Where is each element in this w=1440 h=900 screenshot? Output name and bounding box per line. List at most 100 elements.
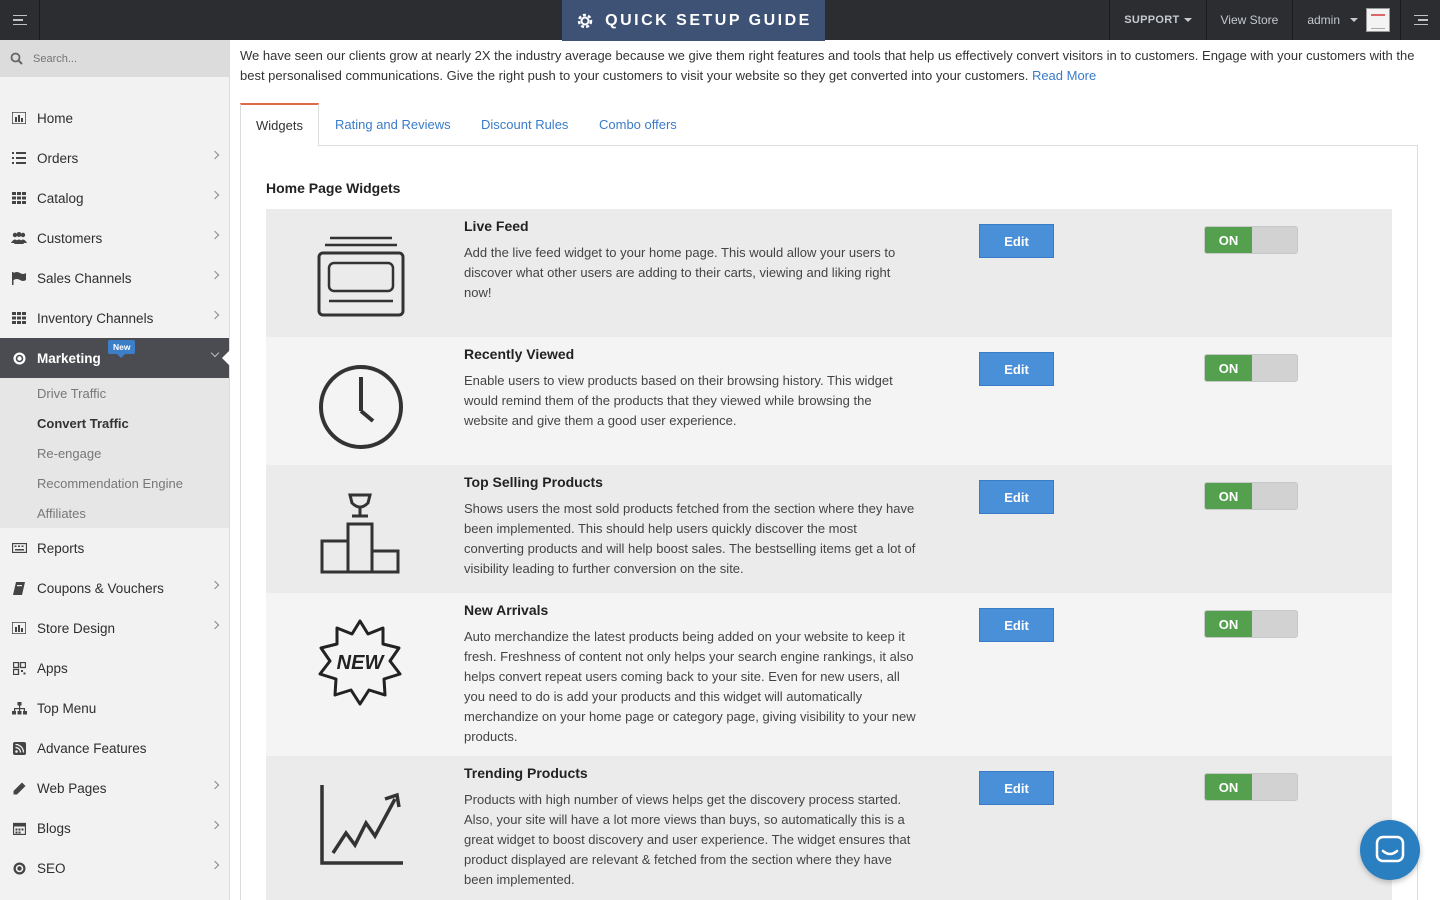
toggle-on-label: ON <box>1205 355 1252 381</box>
chevron-right-icon <box>210 230 220 240</box>
chevron-right-icon <box>210 820 220 830</box>
sidebar: Home Orders Catalog Customers Sales Chan… <box>0 40 230 900</box>
widget-toggle[interactable]: ON <box>1204 226 1298 254</box>
widget-toggle[interactable]: ON <box>1204 773 1298 801</box>
chevron-right-icon <box>210 860 220 870</box>
chat-launcher-button[interactable] <box>1360 820 1420 880</box>
quick-setup-guide-label: QUICK SETUP GUIDE <box>605 11 812 29</box>
toggle-on-label: ON <box>1205 774 1252 800</box>
bar-chart-icon <box>11 110 27 126</box>
sidebar-item-catalog[interactable]: Catalog <box>0 178 229 218</box>
sidebar-item-apps[interactable]: Apps <box>0 648 229 688</box>
tab-widgets[interactable]: Widgets <box>240 103 319 147</box>
chevron-right-icon <box>210 270 220 280</box>
widget-description: Shows users the most sold products fetch… <box>464 501 916 576</box>
tab-bar: Widgets Rating and Reviews Discount Rule… <box>240 103 1418 147</box>
edit-button[interactable]: Edit <box>979 771 1054 805</box>
sidebar-item-home[interactable]: Home <box>0 98 229 138</box>
sidebar-item-label: Store Design <box>37 620 116 636</box>
gear-icon <box>577 13 593 28</box>
intro-text: We have seen our clients grow at nearly … <box>240 46 1420 86</box>
widget-toggle[interactable]: ON <box>1204 610 1298 638</box>
view-store-label: View Store <box>1220 13 1279 27</box>
submenu-item-re-engage[interactable]: Re-engage <box>0 438 229 468</box>
submenu-item-drive-traffic[interactable]: Drive Traffic <box>0 378 229 408</box>
toggle-on-label: ON <box>1205 611 1252 637</box>
live-feed-icon <box>317 236 405 317</box>
read-more-link[interactable]: Read More <box>1032 68 1096 83</box>
new-badge-icon: NEW <box>318 619 402 706</box>
search-input[interactable] <box>33 52 203 65</box>
sidebar-item-sales-channels[interactable]: Sales Channels <box>0 258 229 298</box>
view-store-link[interactable]: View Store <box>1205 0 1293 40</box>
avatar <box>1366 8 1390 32</box>
tab-rating-and-reviews[interactable]: Rating and Reviews <box>335 103 451 146</box>
edit-button[interactable]: Edit <box>979 352 1054 386</box>
sidebar-item-orders[interactable]: Orders <box>0 138 229 178</box>
sidebar-item-label: Web Pages <box>37 780 107 796</box>
hamburger-menu-button[interactable] <box>0 0 40 40</box>
sidebar-item-label: Home <box>37 110 74 126</box>
chevron-right-icon <box>210 780 220 790</box>
sidebar-item-label: SEO <box>37 860 66 876</box>
sidebar-item-advance-features[interactable]: Advance Features <box>0 728 229 768</box>
tab-combo-offers[interactable]: Combo offers <box>599 103 677 146</box>
widget-title: New Arrivals <box>464 602 549 618</box>
submenu-item-affiliates[interactable]: Affiliates <box>0 498 229 528</box>
sidebar-item-top-menu[interactable]: Top Menu <box>0 688 229 728</box>
edit-button[interactable]: Edit <box>979 608 1054 642</box>
topbar-right: SUPPORT View Store admin <box>1109 0 1440 40</box>
sidebar-item-label: Advance Features <box>37 740 147 756</box>
right-menu-button[interactable] <box>1400 0 1440 40</box>
widget-toggle[interactable]: ON <box>1204 482 1298 510</box>
sidebar-item-label: Inventory Channels <box>37 310 154 326</box>
chevron-down-icon <box>210 348 220 358</box>
sidebar-item-label: Sales Channels <box>37 270 132 286</box>
grid-icon <box>11 190 27 206</box>
grid-icon <box>11 310 27 326</box>
edit-button[interactable]: Edit <box>979 224 1054 258</box>
sidebar-item-label: Apps <box>37 660 68 676</box>
user-menu[interactable]: admin <box>1292 0 1400 40</box>
widget-title: Top Selling Products <box>464 474 603 490</box>
bar-chart-icon <box>11 620 27 636</box>
sitemap-icon <box>11 700 27 716</box>
support-dropdown[interactable]: SUPPORT <box>1109 0 1205 40</box>
sidebar-item-marketing[interactable]: Marketing New <box>0 338 230 378</box>
widget-title: Live Feed <box>464 218 529 234</box>
tab-discount-rules[interactable]: Discount Rules <box>481 103 568 146</box>
widget-description: Add the live feed widget to your home pa… <box>464 245 896 300</box>
sidebar-item-coupons-vouchers[interactable]: Coupons & Vouchers <box>0 568 229 608</box>
sidebar-item-inventory-channels[interactable]: Inventory Channels <box>0 298 229 338</box>
submenu-item-recommendation-engine[interactable]: Recommendation Engine <box>0 468 229 498</box>
sidebar-item-seo[interactable]: SEO <box>0 848 229 888</box>
widget-description: Products with high number of views helps… <box>464 792 911 887</box>
submenu-item-convert-traffic[interactable]: Convert Traffic <box>0 408 229 438</box>
hamburger-icon <box>12 12 27 29</box>
chevron-right-icon <box>210 580 220 590</box>
search-icon <box>10 52 23 65</box>
sidebar-item-label: Orders <box>37 150 79 166</box>
users-icon <box>11 230 27 246</box>
book-icon <box>11 580 27 596</box>
sidebar-search <box>0 40 229 77</box>
widget-row-new-arrivals: NEW New Arrivals Auto merchandize the la… <box>266 593 1392 756</box>
sidebar-item-reports[interactable]: Reports <box>0 528 229 568</box>
sidebar-item-store-design[interactable]: Store Design <box>0 608 229 648</box>
section-title: Home Page Widgets <box>266 180 401 196</box>
chevron-right-icon <box>210 190 220 200</box>
sidebar-item-customers[interactable]: Customers <box>0 218 229 258</box>
widget-toggle[interactable]: ON <box>1204 354 1298 382</box>
sidebar-item-blogs[interactable]: Blogs <box>0 808 229 848</box>
calendar-icon <box>11 820 27 836</box>
compass-icon <box>11 350 27 366</box>
quick-setup-guide-button[interactable]: QUICK SETUP GUIDE <box>562 0 825 41</box>
pencil-icon <box>11 780 27 796</box>
sidebar-item-web-pages[interactable]: Web Pages <box>0 768 229 808</box>
widget-row-trending-products: Trending Products Products with high num… <box>266 756 1392 900</box>
edit-button[interactable]: Edit <box>979 480 1054 514</box>
new-badge: New <box>108 340 136 358</box>
widget-row-live-feed: Live Feed Add the live feed widget to yo… <box>266 209 1392 337</box>
caret-down-icon <box>1183 18 1192 22</box>
support-label: SUPPORT <box>1124 14 1180 26</box>
